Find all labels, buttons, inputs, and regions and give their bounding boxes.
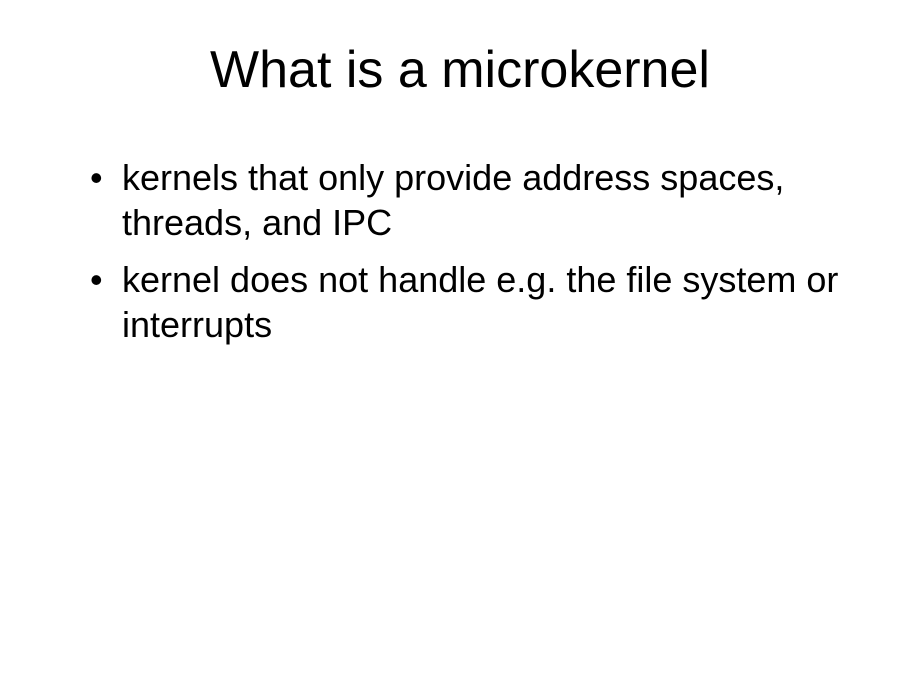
list-item: kernel does not handle e.g. the file sys… (90, 257, 870, 347)
bullet-list: kernels that only provide address spaces… (50, 155, 870, 347)
slide-title: What is a microkernel (50, 40, 870, 100)
list-item: kernels that only provide address spaces… (90, 155, 870, 245)
slide-container: What is a microkernel kernels that only … (0, 0, 920, 690)
